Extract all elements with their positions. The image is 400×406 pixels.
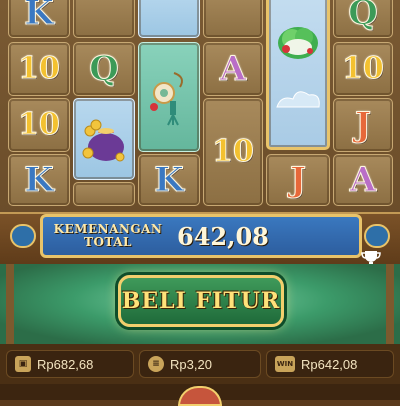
symbol-10: 10 xyxy=(18,107,61,142)
reels-area: K Q 10 Q A 10 10 10 J K K J A xyxy=(0,0,400,212)
symbol-10: 10 xyxy=(212,134,255,169)
symbol-tile xyxy=(73,98,135,180)
symbol-tile: Q xyxy=(73,42,135,96)
coins-icon: ≡ xyxy=(148,356,164,372)
symbol-tile: 10 xyxy=(203,98,263,206)
jade-pendant-icon xyxy=(150,72,183,126)
total-win-value: 642,08 xyxy=(177,221,269,251)
cloud-pattern-icon xyxy=(276,91,320,108)
symbol-a: A xyxy=(219,49,247,89)
symbol-tile: K xyxy=(8,0,70,38)
balance-display: ▣ Rp682,68 xyxy=(6,350,134,378)
wild-column xyxy=(266,0,330,150)
wallet-icon: ▣ xyxy=(15,356,31,372)
symbol-10: 10 xyxy=(18,51,61,86)
cabbage-icon xyxy=(278,27,318,59)
total-win-label-line2: TOTAL xyxy=(84,235,132,249)
symbol-tile: A xyxy=(333,154,393,206)
win-icon: WIN xyxy=(275,356,295,372)
stats-bar: ▣ Rp682,68 ≡ Rp3,20 WIN Rp642,08 xyxy=(0,344,400,384)
symbol-tile: 10 xyxy=(8,98,70,152)
symbol-q: Q xyxy=(348,0,379,33)
symbol-a: A xyxy=(349,160,377,200)
buy-feature-button[interactable]: BELI FITUR xyxy=(118,275,284,327)
symbol-tile xyxy=(138,42,200,152)
symbol-j: J xyxy=(289,160,307,200)
symbol-tile: J xyxy=(266,154,330,206)
total-win-label: KEMENANGAN TOTAL xyxy=(43,223,173,249)
scroll-ornament-right xyxy=(364,224,390,248)
symbol-tile xyxy=(73,182,135,206)
symbol-k: K xyxy=(24,160,55,200)
buy-feature-label: BELI FITUR xyxy=(121,288,281,314)
symbol-tile xyxy=(138,0,200,38)
win-display: WIN Rp642,08 xyxy=(266,350,394,378)
symbol-tile: K xyxy=(8,154,70,206)
symbol-tile: K xyxy=(138,154,200,206)
symbol-tile: 10 xyxy=(8,42,70,96)
symbol-tile: J xyxy=(333,98,393,152)
balance-value: Rp682,68 xyxy=(37,356,94,372)
symbol-tile xyxy=(203,0,263,38)
symbol-tile: A xyxy=(203,42,263,96)
symbol-tile: 10 xyxy=(333,42,393,96)
symbol-k: K xyxy=(154,160,185,200)
symbol-tile xyxy=(73,0,135,38)
symbol-tile: Q xyxy=(333,0,393,38)
bet-value: Rp3,20 xyxy=(170,356,212,372)
win-value: Rp642,08 xyxy=(301,356,358,372)
money-bag-icon xyxy=(82,119,125,162)
symbol-j: J xyxy=(354,105,372,145)
scroll-ornament-left xyxy=(10,224,36,248)
symbol-k: K xyxy=(24,0,55,33)
bet-display[interactable]: ≡ Rp3,20 xyxy=(139,350,261,378)
symbol-q: Q xyxy=(89,49,120,89)
total-win-banner: KEMENANGAN TOTAL 642,08 xyxy=(40,214,362,258)
symbol-10: 10 xyxy=(342,51,385,86)
